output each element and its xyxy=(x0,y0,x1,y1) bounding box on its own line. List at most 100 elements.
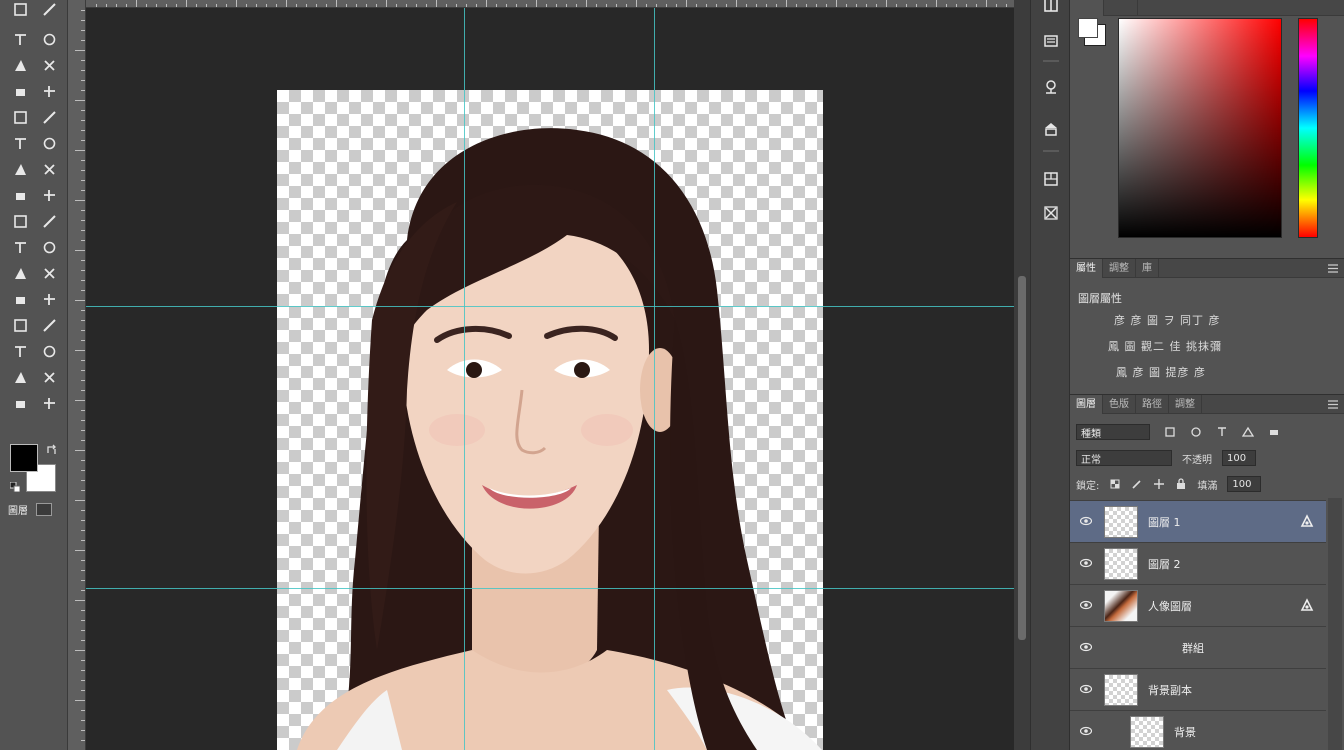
visibility-eye-icon[interactable] xyxy=(1080,600,1092,610)
eyedropper-tool[interactable] xyxy=(6,312,35,338)
strip-separator xyxy=(1043,150,1059,152)
stamp-tool[interactable] xyxy=(35,130,64,156)
frame-tool[interactable] xyxy=(6,364,35,390)
tab-properties[interactable]: 屬性 xyxy=(1070,259,1103,278)
adjustments-panel-button[interactable] xyxy=(1035,198,1067,228)
tab-libraries[interactable]: 庫 xyxy=(1136,259,1159,278)
filter-shape-icon[interactable] xyxy=(1242,426,1254,438)
bucket-tool[interactable] xyxy=(6,182,35,208)
filter-kind-select[interactable]: 種類 xyxy=(1076,424,1150,440)
layer-row[interactable]: 背景副本 xyxy=(1070,668,1326,710)
rotate-view-tool[interactable] xyxy=(6,338,35,364)
document-canvas[interactable] xyxy=(277,90,823,750)
measure-tool[interactable] xyxy=(35,338,64,364)
visibility-eye-icon[interactable] xyxy=(1080,684,1092,694)
lasso-tool[interactable] xyxy=(35,52,64,78)
healing-tool[interactable] xyxy=(6,130,35,156)
artboard-tool[interactable] xyxy=(35,364,64,390)
lock-pixels-icon[interactable] xyxy=(1131,478,1143,490)
history-brush-tool[interactable] xyxy=(6,156,35,182)
panel-menu-icon[interactable] xyxy=(1328,400,1338,409)
guide-vertical-2[interactable] xyxy=(654,8,655,750)
layer-row[interactable]: 背景 xyxy=(1070,710,1326,750)
type-tool[interactable] xyxy=(35,234,64,260)
ruler-tick xyxy=(886,0,887,7)
ruler-tick xyxy=(196,4,197,7)
tab-color[interactable] xyxy=(1070,0,1104,16)
tab-swatches[interactable] xyxy=(1104,0,1138,16)
layers-scrollbar[interactable] xyxy=(1328,498,1342,750)
note-tool[interactable] xyxy=(35,0,64,26)
tab-layers[interactable]: 圖層 xyxy=(1070,395,1103,414)
marquee-tool[interactable] xyxy=(6,52,35,78)
path-select-tool[interactable] xyxy=(6,260,35,286)
screen-mode-label[interactable]: 圖層 xyxy=(8,502,28,517)
canvas-vertical-scrollbar[interactable] xyxy=(1014,0,1030,750)
layer-thumbnail xyxy=(1104,590,1138,622)
visibility-eye-icon[interactable] xyxy=(1080,642,1092,652)
gradient-tool[interactable] xyxy=(35,182,64,208)
move-tool[interactable] xyxy=(6,78,35,104)
paragraph-panel-button[interactable] xyxy=(1035,26,1067,56)
horizontal-ruler[interactable] xyxy=(86,0,1014,8)
swatches-panel-button[interactable] xyxy=(1035,164,1067,194)
mixer-brush-tool[interactable] xyxy=(35,26,64,52)
ruler-tool[interactable] xyxy=(6,0,35,26)
swap-colors-icon[interactable] xyxy=(46,444,58,456)
layer-effects-icon[interactable] xyxy=(1300,598,1314,612)
lock-position-icon[interactable] xyxy=(1153,478,1165,490)
tab-paths[interactable]: 路徑 xyxy=(1136,395,1169,414)
filter-type-icon[interactable] xyxy=(1216,426,1228,438)
filter-adjust-icon[interactable] xyxy=(1190,426,1202,438)
layer-row[interactable]: 群組 xyxy=(1070,626,1326,668)
panel-menu-icon[interactable] xyxy=(1328,264,1338,273)
tab-adjust[interactable]: 調整 xyxy=(1169,395,1202,414)
guide-horizontal-2[interactable] xyxy=(86,588,1014,589)
zoom-tool[interactable] xyxy=(35,286,64,312)
tab-channels[interactable]: 色版 xyxy=(1103,395,1136,414)
opacity-input[interactable]: 100 xyxy=(1222,450,1256,466)
lock-all-icon[interactable] xyxy=(1175,478,1187,490)
guide-horizontal-1[interactable] xyxy=(86,306,1014,307)
hand-tool[interactable] xyxy=(6,286,35,312)
filter-pixel-icon[interactable] xyxy=(1164,426,1176,438)
visibility-eye-icon[interactable] xyxy=(1080,558,1092,568)
scrollbar-thumb[interactable] xyxy=(1018,276,1026,640)
hue-slider[interactable] xyxy=(1298,18,1318,238)
refine-tool[interactable] xyxy=(35,390,64,416)
visibility-eye-icon[interactable] xyxy=(1080,726,1092,736)
shape-tool[interactable] xyxy=(35,260,64,286)
sponge-tool[interactable] xyxy=(35,312,64,338)
eraser-tool[interactable] xyxy=(35,156,64,182)
crop-tool[interactable] xyxy=(35,78,64,104)
filter-smart-icon[interactable] xyxy=(1268,426,1280,438)
dodge-tool[interactable] xyxy=(35,208,64,234)
blend-mode-select[interactable]: 正常 xyxy=(1076,450,1172,466)
slice-tool[interactable] xyxy=(35,104,64,130)
layer-row[interactable]: 圖層 1 xyxy=(1070,500,1326,542)
layer-row[interactable]: 圖層 2 xyxy=(1070,542,1326,584)
fill-input[interactable]: 100 xyxy=(1227,476,1262,492)
character-panel-button[interactable] xyxy=(1035,0,1067,20)
pen-tool[interactable] xyxy=(6,234,35,260)
tab-adjustments[interactable]: 調整 xyxy=(1103,259,1136,278)
foreground-color-swatch[interactable] xyxy=(10,444,38,472)
lock-transparent-icon[interactable] xyxy=(1109,478,1121,490)
layer-effects-icon[interactable] xyxy=(1300,514,1314,528)
picker-foreground-chip[interactable] xyxy=(1078,18,1098,38)
visibility-eye-icon[interactable] xyxy=(1080,516,1092,526)
brush-tool[interactable] xyxy=(6,26,35,52)
select-subject-tool[interactable] xyxy=(6,390,35,416)
guide-vertical-1[interactable] xyxy=(464,8,465,750)
blur-tool[interactable] xyxy=(6,208,35,234)
saturation-brightness-field[interactable] xyxy=(1118,18,1282,238)
magic-wand-tool[interactable] xyxy=(6,104,35,130)
history-panel-button[interactable] xyxy=(1035,114,1067,144)
layer-row[interactable]: 人像圖層 xyxy=(1070,584,1326,626)
quick-mask-button[interactable] xyxy=(36,503,52,516)
vertical-ruler[interactable] xyxy=(68,0,86,750)
default-colors-icon[interactable] xyxy=(10,482,20,492)
navigator-panel-button[interactable] xyxy=(1035,72,1067,102)
ruler-tick xyxy=(936,0,937,7)
canvas-area[interactable] xyxy=(86,8,1014,750)
